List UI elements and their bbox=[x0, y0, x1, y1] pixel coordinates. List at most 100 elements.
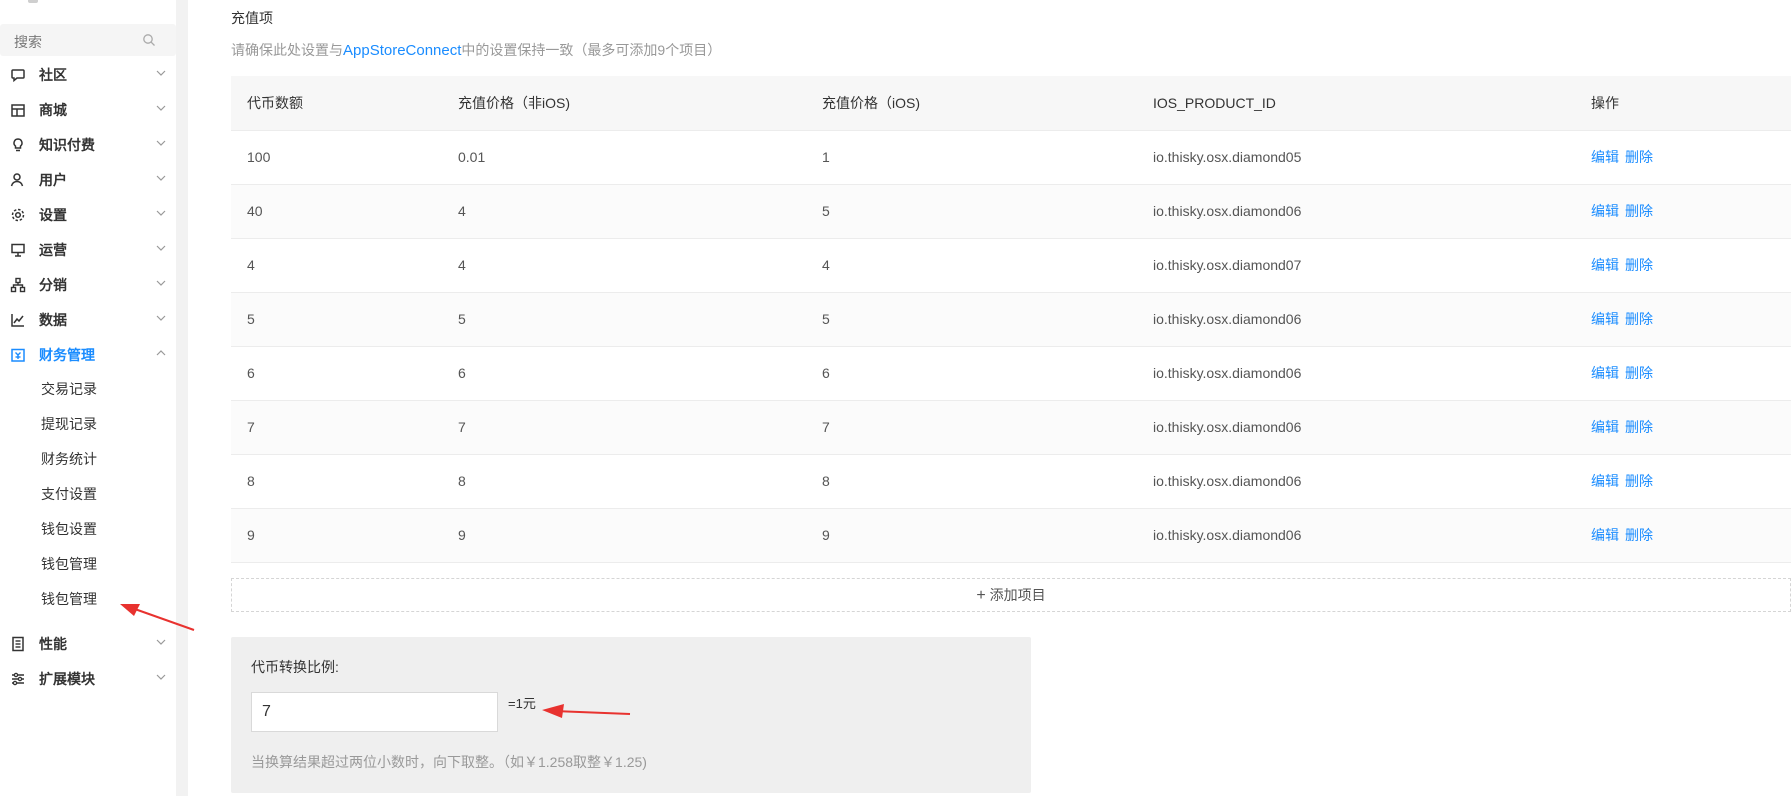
sub-item-label: 钱包设置 bbox=[41, 521, 97, 537]
recharge-items-table: 代币数额 充值价格（非iOS) 充值价格（iOS) IOS_PRODUCT_ID… bbox=[231, 76, 1791, 563]
chat-bubble-icon bbox=[11, 69, 25, 83]
chevron-down-icon bbox=[156, 315, 166, 321]
menu-label: 知识付费 bbox=[39, 137, 95, 153]
chevron-down-icon bbox=[156, 639, 166, 645]
annotation-arrow-icon bbox=[542, 704, 631, 718]
sub-item-label: 提现记录 bbox=[41, 416, 97, 432]
cell-product-id: io.thisky.osx.diamond06 bbox=[1137, 184, 1575, 239]
line-chart-icon bbox=[11, 314, 24, 327]
menu-item-knowledge[interactable]: 知识付费 bbox=[0, 125, 176, 165]
sub-item-withdrawals[interactable]: 提现记录 bbox=[0, 403, 176, 443]
menu-item-shop[interactable]: 商城 bbox=[0, 90, 176, 130]
network-icon bbox=[10, 277, 26, 293]
appstoreconnect-link[interactable]: AppStoreConnect bbox=[343, 42, 461, 59]
cell-product-id: io.thisky.osx.diamond06 bbox=[1137, 292, 1575, 347]
sub-item-payment-settings[interactable]: 支付设置 bbox=[0, 473, 176, 513]
edit-link[interactable]: 编辑 bbox=[1591, 527, 1619, 543]
edit-link[interactable]: 编辑 bbox=[1591, 311, 1619, 327]
cell-price-ios: 8 bbox=[806, 454, 1137, 509]
chevron-down-icon bbox=[156, 140, 166, 146]
sub-item-label: 钱包管理 bbox=[41, 591, 97, 607]
cell-price-non-ios: 8 bbox=[442, 454, 806, 509]
sub-item-label: 财务统计 bbox=[41, 451, 97, 467]
column-header-amount: 代币数额 bbox=[231, 76, 442, 131]
menu-label: 数据 bbox=[39, 312, 67, 328]
search-icon[interactable] bbox=[142, 33, 156, 47]
add-item-button[interactable]: + 添加项目 bbox=[231, 578, 1791, 612]
cell-price-ios: 4 bbox=[806, 238, 1137, 293]
cell-amount: 9 bbox=[231, 508, 442, 563]
main-content: 充值项 请确保此处设置与AppStoreConnect中的设置保持一致（最多可添… bbox=[188, 0, 1791, 796]
delete-link[interactable]: 删除 bbox=[1625, 365, 1653, 381]
ratio-note: 当换算结果超过两位小数时，向下取整。（如￥1.258取整￥1.25) bbox=[251, 754, 647, 770]
plus-icon: + bbox=[976, 587, 986, 604]
sub-item-label: 支付设置 bbox=[41, 486, 97, 502]
edit-link[interactable]: 编辑 bbox=[1591, 473, 1619, 489]
shop-icon bbox=[11, 104, 25, 117]
presentation-icon bbox=[11, 243, 25, 257]
search-box[interactable]: 搜索 bbox=[0, 24, 176, 56]
sub-item-wallet-management[interactable]: 钱包管理 bbox=[0, 543, 176, 583]
section-title: 充值项 bbox=[231, 10, 273, 26]
delete-link[interactable]: 删除 bbox=[1625, 203, 1653, 219]
cell-price-non-ios: 9 bbox=[442, 508, 806, 563]
edit-link[interactable]: 编辑 bbox=[1591, 149, 1619, 165]
menu-item-extensions[interactable]: 扩展模块 bbox=[0, 659, 176, 699]
cell-amount: 8 bbox=[231, 454, 442, 509]
menu-label: 设置 bbox=[39, 207, 67, 223]
extension-icon bbox=[12, 672, 24, 686]
finance-icon bbox=[11, 348, 25, 362]
cell-actions: 编辑 删除 bbox=[1575, 400, 1791, 455]
ratio-unit: =1元 bbox=[508, 696, 536, 711]
column-header-product-id: IOS_PRODUCT_ID bbox=[1137, 76, 1575, 131]
menu-item-user[interactable]: 用户 bbox=[0, 160, 176, 200]
cell-price-ios: 5 bbox=[806, 292, 1137, 347]
delete-link[interactable]: 删除 bbox=[1625, 473, 1653, 489]
search-placeholder: 搜索 bbox=[14, 34, 42, 50]
menu-item-operations[interactable]: 运营 bbox=[0, 230, 176, 270]
cell-product-id: io.thisky.osx.diamond06 bbox=[1137, 346, 1575, 401]
ratio-input[interactable] bbox=[251, 692, 498, 732]
edit-link[interactable]: 编辑 bbox=[1591, 257, 1619, 273]
cell-price-non-ios: 5 bbox=[442, 292, 806, 347]
cell-product-id: io.thisky.osx.diamond05 bbox=[1137, 130, 1575, 185]
delete-link[interactable]: 删除 bbox=[1625, 311, 1653, 327]
table-row: 100 0.01 1 io.thisky.osx.diamond05 编辑 删除 bbox=[231, 130, 1791, 185]
cell-actions: 编辑 删除 bbox=[1575, 130, 1791, 185]
sub-item-label: 交易记录 bbox=[41, 381, 97, 397]
menu-label: 社区 bbox=[39, 67, 67, 83]
menu-item-data[interactable]: 数据 bbox=[0, 300, 176, 340]
delete-link[interactable]: 删除 bbox=[1625, 527, 1653, 543]
add-item-label: 添加项目 bbox=[989, 587, 1046, 603]
delete-link[interactable]: 删除 bbox=[1625, 257, 1653, 273]
menu-item-community[interactable]: 社区 bbox=[0, 55, 176, 95]
menu-item-settings[interactable]: 设置 bbox=[0, 195, 176, 235]
delete-link[interactable]: 删除 bbox=[1625, 149, 1653, 165]
cell-price-non-ios: 4 bbox=[442, 238, 806, 293]
sub-item-transactions[interactable]: 交易记录 bbox=[0, 368, 176, 408]
sub-item-wallet-settings[interactable]: 钱包设置 bbox=[0, 508, 176, 548]
logo-fragment bbox=[28, 0, 38, 3]
cell-amount: 100 bbox=[231, 130, 442, 185]
menu-label: 扩展模块 bbox=[39, 671, 95, 687]
delete-link[interactable]: 删除 bbox=[1625, 419, 1653, 435]
lightbulb-icon bbox=[13, 138, 23, 152]
menu-label: 性能 bbox=[39, 636, 67, 652]
cell-price-non-ios: 7 bbox=[442, 400, 806, 455]
edit-link[interactable]: 编辑 bbox=[1591, 203, 1619, 219]
cell-amount: 4 bbox=[231, 238, 442, 293]
cell-actions: 编辑 删除 bbox=[1575, 346, 1791, 401]
sub-item-statistics[interactable]: 财务统计 bbox=[0, 438, 176, 478]
menu-label: 分销 bbox=[39, 277, 67, 293]
menu-label: 运营 bbox=[39, 242, 67, 258]
menu-item-distribution[interactable]: 分销 bbox=[0, 265, 176, 305]
menu-label: 用户 bbox=[39, 172, 67, 188]
edit-link[interactable]: 编辑 bbox=[1591, 365, 1619, 381]
table-header-row: 代币数额 充值价格（非iOS) 充值价格（iOS) IOS_PRODUCT_ID… bbox=[231, 76, 1791, 131]
table-row: 8 8 8 io.thisky.osx.diamond06 编辑 删除 bbox=[231, 454, 1791, 509]
menu-label: 财务管理 bbox=[39, 347, 95, 363]
sub-item-label: 钱包管理 bbox=[41, 556, 97, 572]
edit-link[interactable]: 编辑 bbox=[1591, 419, 1619, 435]
chevron-down-icon bbox=[156, 674, 166, 680]
column-header-actions: 操作 bbox=[1575, 76, 1791, 131]
